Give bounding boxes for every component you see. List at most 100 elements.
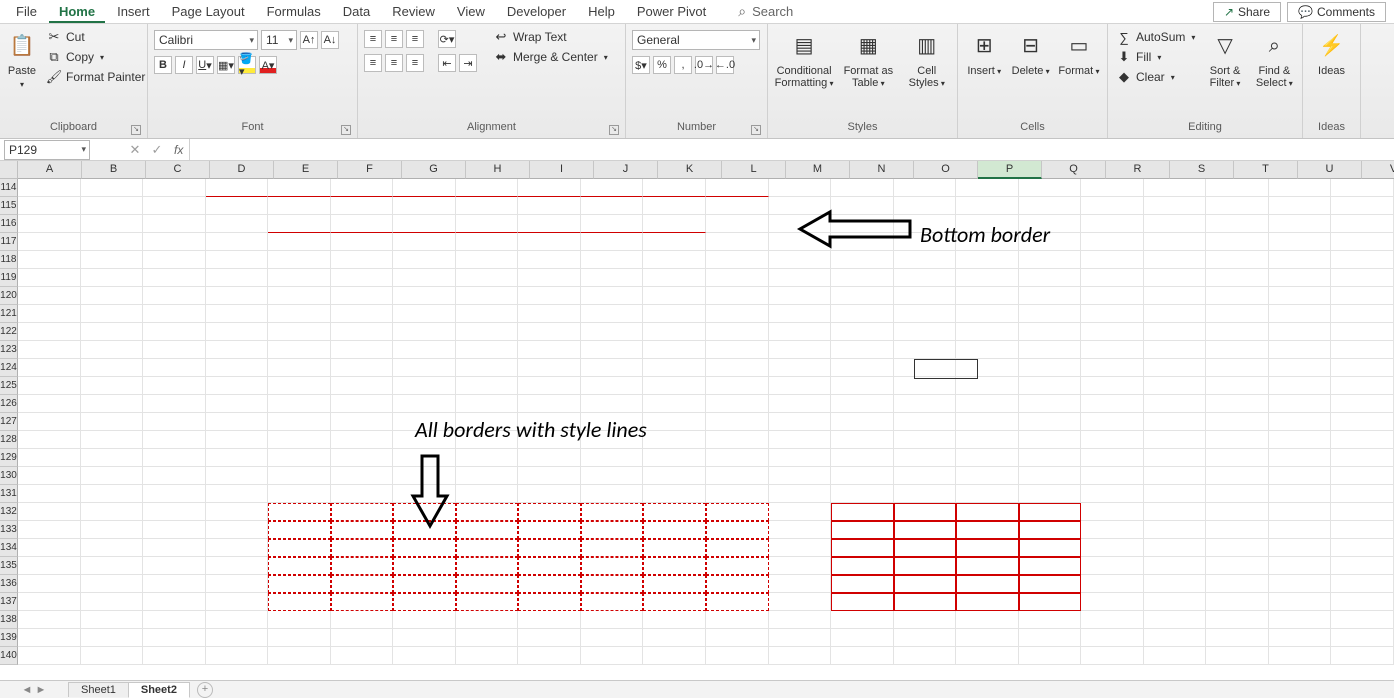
fill-button[interactable]: ⬇Fill▾ xyxy=(1114,48,1197,66)
sort-filter-button[interactable]: ▽Sort & Filter xyxy=(1203,28,1246,90)
col-header-V[interactable]: V xyxy=(1362,161,1394,179)
col-header-U[interactable]: U xyxy=(1298,161,1362,179)
col-header-P[interactable]: P xyxy=(978,161,1042,179)
increase-indent-button[interactable]: ⇥ xyxy=(459,54,477,72)
find-select-button[interactable]: ⌕Find & Select xyxy=(1253,28,1296,90)
tab-help[interactable]: Help xyxy=(578,1,625,22)
col-header-A[interactable]: A xyxy=(18,161,82,179)
tab-power-pivot[interactable]: Power Pivot xyxy=(627,1,716,22)
format-button[interactable]: ▭Format xyxy=(1057,28,1101,78)
row-header-127[interactable]: 127 xyxy=(0,413,18,431)
col-header-L[interactable]: L xyxy=(722,161,786,179)
tab-page-layout[interactable]: Page Layout xyxy=(162,1,255,22)
number-launcher[interactable]: ↘ xyxy=(751,125,761,135)
increase-decimal-button[interactable]: .0→ xyxy=(695,56,713,74)
align-middle-button[interactable]: ≡ xyxy=(385,30,403,48)
align-top-button[interactable]: ≡ xyxy=(364,30,382,48)
font-size-select[interactable]: 11 xyxy=(261,30,297,50)
underline-button[interactable]: U▾ xyxy=(196,56,214,74)
row-header-115[interactable]: 115 xyxy=(0,197,18,215)
cell-styles-button[interactable]: ▥Cell Styles xyxy=(902,28,951,90)
row-header-135[interactable]: 135 xyxy=(0,557,18,575)
row-header-133[interactable]: 133 xyxy=(0,521,18,539)
col-header-B[interactable]: B xyxy=(82,161,146,179)
number-format-select[interactable]: General xyxy=(632,30,760,50)
col-header-G[interactable]: G xyxy=(402,161,466,179)
row-header-140[interactable]: 140 xyxy=(0,647,18,665)
merge-center-button[interactable]: ⬌Merge & Center▾ xyxy=(491,48,610,66)
row-header-126[interactable]: 126 xyxy=(0,395,18,413)
fx-button[interactable]: fx xyxy=(168,143,189,157)
col-header-R[interactable]: R xyxy=(1106,161,1170,179)
col-header-S[interactable]: S xyxy=(1170,161,1234,179)
sheet-tab-sheet2[interactable]: Sheet2 xyxy=(128,682,190,698)
col-header-M[interactable]: M xyxy=(786,161,850,179)
autosum-button[interactable]: ∑AutoSum▾ xyxy=(1114,28,1197,46)
col-header-D[interactable]: D xyxy=(210,161,274,179)
col-header-I[interactable]: I xyxy=(530,161,594,179)
cut-button[interactable]: ✂Cut xyxy=(44,28,147,46)
format-as-table-button[interactable]: ▦Format as Table xyxy=(840,28,896,90)
row-header-138[interactable]: 138 xyxy=(0,611,18,629)
conditional-formatting-button[interactable]: ▤Conditional Formatting xyxy=(774,28,834,90)
col-header-O[interactable]: O xyxy=(914,161,978,179)
bold-button[interactable]: B xyxy=(154,56,172,74)
column-headers[interactable]: ABCDEFGHIJKLMNOPQRSTUV xyxy=(18,161,1394,179)
accounting-button[interactable]: $▾ xyxy=(632,56,650,74)
format-painter-button[interactable]: 🖌Format Painter xyxy=(44,68,147,86)
percent-button[interactable]: % xyxy=(653,56,671,74)
align-center-button[interactable]: ≡ xyxy=(385,54,403,72)
share-button[interactable]: ↗Share xyxy=(1213,2,1281,22)
enter-formula-button[interactable]: ✓ xyxy=(146,142,168,158)
row-header-117[interactable]: 117 xyxy=(0,233,18,251)
row-header-120[interactable]: 120 xyxy=(0,287,18,305)
cancel-formula-button[interactable]: ✕ xyxy=(124,142,146,158)
row-header-125[interactable]: 125 xyxy=(0,377,18,395)
clipboard-launcher[interactable]: ↘ xyxy=(131,125,141,135)
tab-developer[interactable]: Developer xyxy=(497,1,576,22)
name-box[interactable]: P129 xyxy=(4,140,90,160)
tab-insert[interactable]: Insert xyxy=(107,1,160,22)
row-header-116[interactable]: 116 xyxy=(0,215,18,233)
tab-file[interactable]: File xyxy=(6,1,47,22)
col-header-K[interactable]: K xyxy=(658,161,722,179)
row-header-119[interactable]: 119 xyxy=(0,269,18,287)
fill-color-button[interactable]: 🪣▾ xyxy=(238,56,256,74)
row-header-139[interactable]: 139 xyxy=(0,629,18,647)
search-box[interactable]: ⌕Search xyxy=(738,3,793,20)
col-header-J[interactable]: J xyxy=(594,161,658,179)
select-all-corner[interactable] xyxy=(0,161,18,179)
alignment-launcher[interactable]: ↘ xyxy=(609,125,619,135)
new-sheet-button[interactable]: + xyxy=(197,682,213,698)
decrease-decimal-button[interactable]: ←.0 xyxy=(716,56,734,74)
worksheet[interactable]: ABCDEFGHIJKLMNOPQRSTUV 11411511611711811… xyxy=(0,161,1394,679)
row-header-123[interactable]: 123 xyxy=(0,341,18,359)
sheet-nav-next[interactable]: ► xyxy=(34,684,48,696)
row-header-118[interactable]: 118 xyxy=(0,251,18,269)
copy-button[interactable]: ⧉Copy▾ xyxy=(44,48,147,66)
row-header-114[interactable]: 114 xyxy=(0,179,18,197)
align-right-button[interactable]: ≡ xyxy=(406,54,424,72)
tab-home[interactable]: Home xyxy=(49,1,105,23)
decrease-indent-button[interactable]: ⇤ xyxy=(438,54,456,72)
align-bottom-button[interactable]: ≡ xyxy=(406,30,424,48)
delete-button[interactable]: ⊟Delete xyxy=(1010,28,1050,78)
row-header-136[interactable]: 136 xyxy=(0,575,18,593)
paste-button[interactable]: 📋Paste xyxy=(6,28,38,91)
col-header-C[interactable]: C xyxy=(146,161,210,179)
tab-review[interactable]: Review xyxy=(382,1,445,22)
row-header-137[interactable]: 137 xyxy=(0,593,18,611)
ideas-button[interactable]: ⚡Ideas xyxy=(1309,28,1354,77)
row-header-131[interactable]: 131 xyxy=(0,485,18,503)
insert-button[interactable]: ⊞Insert xyxy=(964,28,1004,78)
row-header-134[interactable]: 134 xyxy=(0,539,18,557)
increase-font-button[interactable]: A↑ xyxy=(300,31,318,49)
sheet-tab-sheet1[interactable]: Sheet1 xyxy=(68,682,129,697)
cell-grid[interactable] xyxy=(18,179,1394,665)
font-launcher[interactable]: ↘ xyxy=(341,125,351,135)
row-header-124[interactable]: 124 xyxy=(0,359,18,377)
row-header-130[interactable]: 130 xyxy=(0,467,18,485)
tab-formulas[interactable]: Formulas xyxy=(257,1,331,22)
clear-button[interactable]: ◆Clear▾ xyxy=(1114,68,1197,86)
orientation-button[interactable]: ⟳▾ xyxy=(438,30,456,48)
